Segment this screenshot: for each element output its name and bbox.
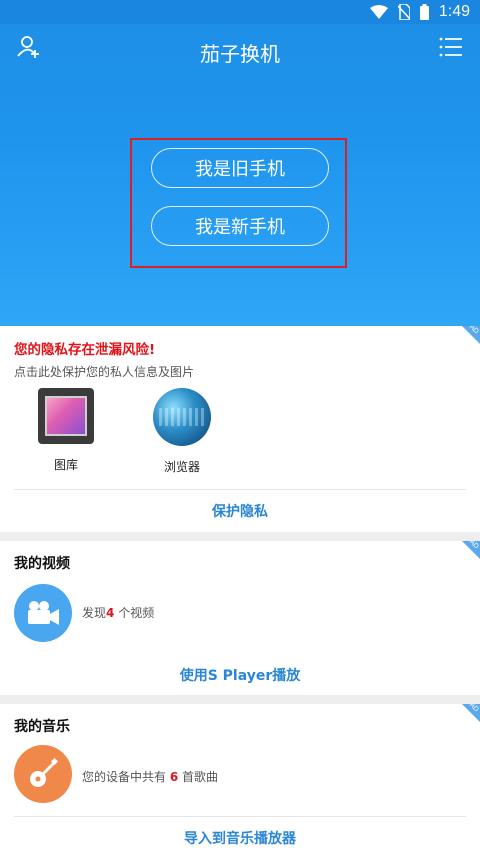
privacy-card[interactable]: AD 您的隐私存在泄漏风险! 点击此处保护您的私人信息及图片 图库 浏览器 保护… — [0, 326, 480, 532]
gallery-icon — [38, 388, 94, 444]
ad-badge: AD — [462, 704, 480, 722]
ad-badge: AD — [462, 326, 480, 344]
music-count: 6 — [169, 770, 179, 784]
divider — [14, 489, 466, 490]
status-time: 1:49 — [438, 3, 470, 20]
menu-list-icon[interactable] — [438, 34, 464, 60]
page-title: 茄子换机 — [200, 42, 280, 66]
protect-privacy-button[interactable]: 保护隐私 — [0, 501, 480, 521]
video-title: 我的视频 — [14, 556, 70, 572]
status-bar: 1:49 — [0, 0, 480, 24]
music-count-text: 您的设备中共有 6 首歌曲 — [82, 770, 219, 784]
import-to-music-player-button[interactable]: 导入到音乐播放器 — [0, 828, 480, 848]
new-phone-button[interactable]: 我是新手机 — [151, 206, 329, 246]
video-card[interactable]: AD 我的视频 发现4 个视频 使用S Player播放 — [0, 541, 480, 695]
gallery-label: 图库 — [53, 458, 78, 472]
browser-globe-icon — [153, 388, 211, 446]
old-phone-button[interactable]: 我是旧手机 — [151, 148, 329, 188]
video-count-text: 发现4 个视频 — [82, 606, 155, 620]
guitar-icon — [14, 745, 72, 803]
play-with-splayer-button[interactable]: 使用S Player播放 — [0, 665, 480, 685]
browser-label: 浏览器 — [163, 460, 200, 474]
no-sim-icon — [397, 4, 410, 20]
music-card[interactable]: AD 我的音乐 您的设备中共有 6 首歌曲 导入到音乐播放器 — [0, 704, 480, 854]
hero-header: 茄子换机 我是旧手机 我是新手机 — [0, 24, 480, 326]
wifi-icon — [369, 5, 388, 19]
ad-badge: AD — [462, 541, 480, 559]
privacy-subtitle: 点击此处保护您的私人信息及图片 — [14, 365, 195, 379]
music-title: 我的音乐 — [14, 719, 70, 735]
divider — [14, 816, 466, 817]
gallery-app[interactable]: 图库 — [26, 388, 106, 473]
video-camera-icon — [14, 584, 72, 642]
browser-app[interactable]: 浏览器 — [142, 388, 222, 475]
privacy-warning: 您的隐私存在泄漏风险! — [14, 342, 156, 358]
battery-icon — [419, 4, 429, 20]
